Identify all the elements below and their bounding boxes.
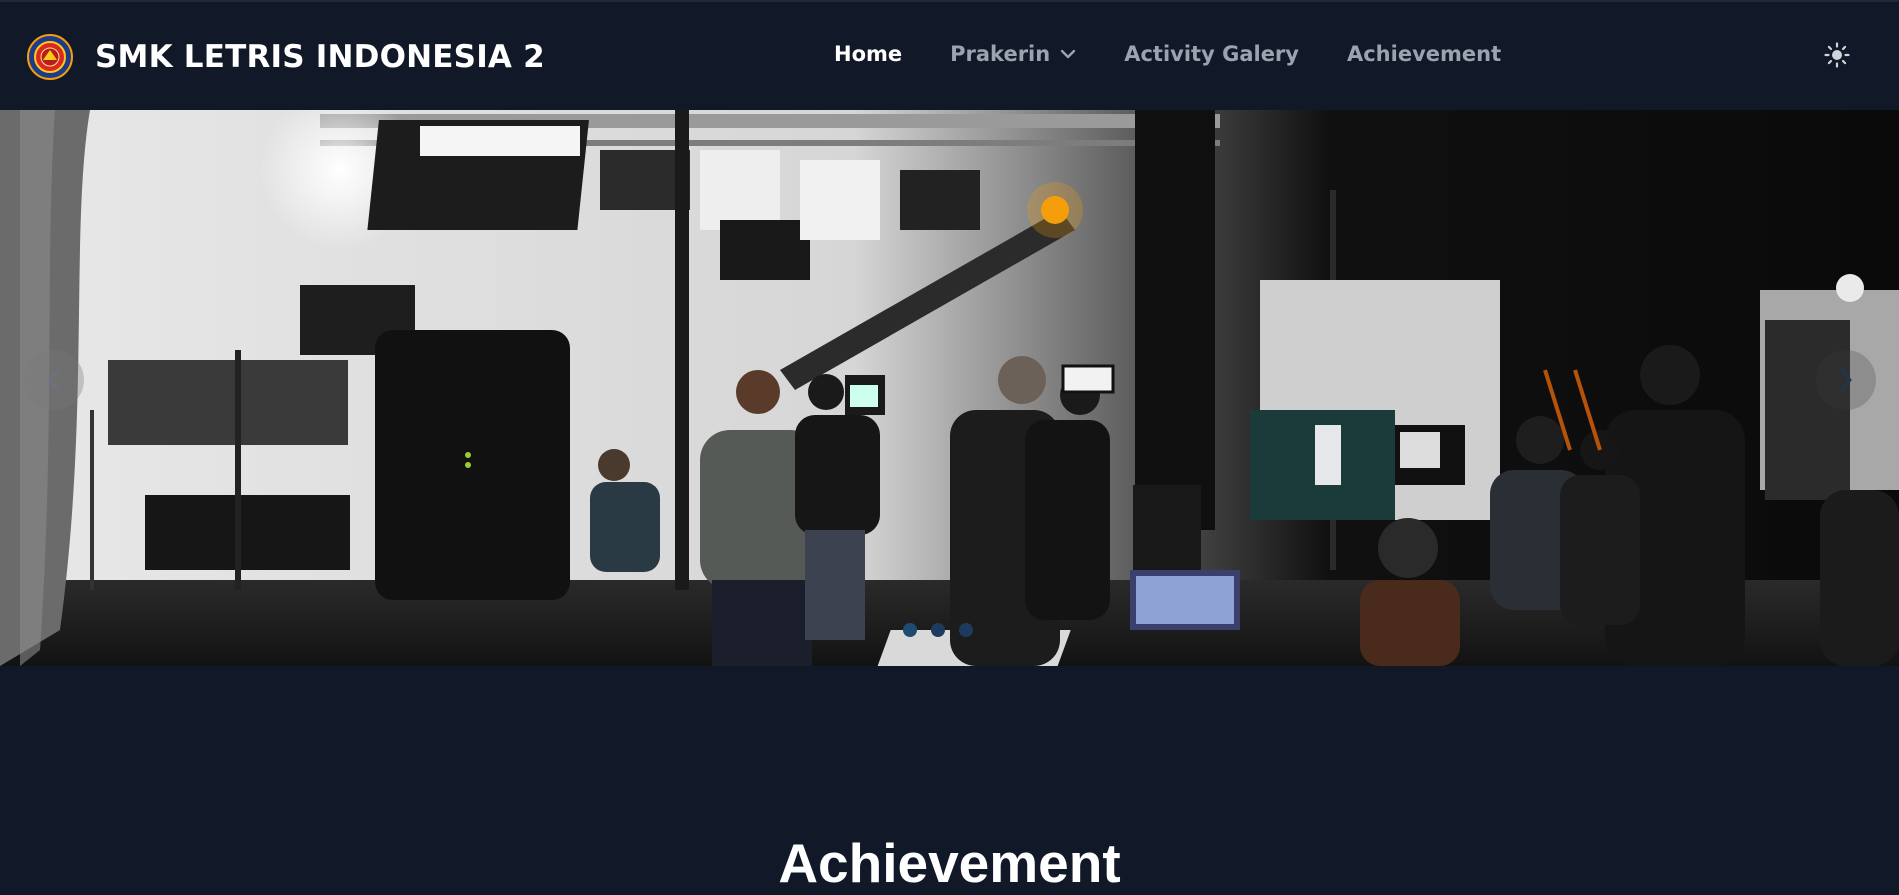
chevron-down-icon — [1061, 49, 1076, 59]
nav-prakerin[interactable]: Prakerin — [950, 42, 1076, 66]
carousel-prev-button[interactable] — [24, 350, 84, 410]
school-emblem-icon — [27, 34, 73, 80]
carousel-dot[interactable] — [959, 623, 973, 637]
navbar: SMK LETRIS INDONESIA 2 Home Prakerin Act… — [0, 0, 1899, 110]
carousel-dot[interactable] — [931, 623, 945, 637]
brand[interactable]: SMK LETRIS INDONESIA 2 — [27, 33, 545, 81]
carousel-dot[interactable] — [903, 623, 917, 637]
main-nav: Home Prakerin Activity Galery Achievemen… — [834, 42, 1501, 66]
chevron-right-icon — [1840, 368, 1852, 392]
section-title-achievement: Achievement — [778, 831, 1121, 894]
nav-activity-gallery[interactable]: Activity Galery — [1124, 42, 1299, 66]
film-set-photo — [0, 110, 1899, 666]
nav-achievement[interactable]: Achievement — [1347, 42, 1501, 66]
nav-prakerin-label: Prakerin — [950, 42, 1051, 66]
theme-toggle-button[interactable] — [1822, 40, 1852, 70]
chevron-left-icon — [48, 368, 60, 392]
hero-carousel — [0, 110, 1899, 666]
sun-icon — [1824, 42, 1850, 68]
nav-home[interactable]: Home — [834, 42, 902, 66]
carousel-next-button[interactable] — [1816, 350, 1876, 410]
carousel-indicators — [903, 623, 973, 637]
brand-title: SMK LETRIS INDONESIA 2 — [95, 39, 545, 75]
